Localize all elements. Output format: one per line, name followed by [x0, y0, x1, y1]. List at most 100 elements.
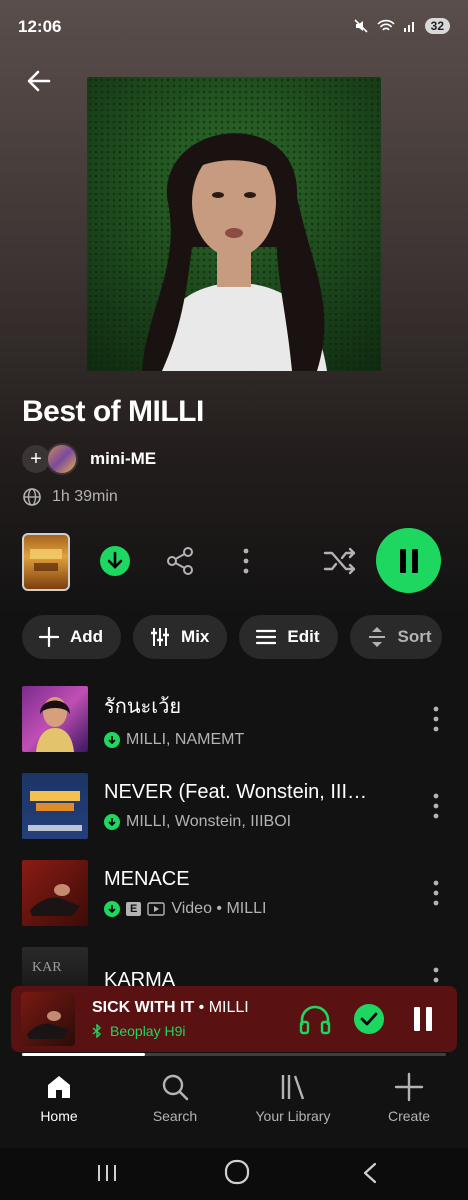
recents-icon — [98, 1165, 116, 1181]
track-art — [22, 860, 88, 926]
device-name: Beoplay H9i — [110, 1023, 186, 1039]
track-title: NEVER (Feat. Wonstein, IIIBOI) — [104, 781, 372, 803]
shuffle-icon — [323, 547, 356, 575]
owner-row: + mini-ME — [22, 443, 156, 475]
now-playing-title: SICK WITH IT — [92, 999, 195, 1016]
signal-icon — [403, 22, 414, 32]
owner-name[interactable]: mini-ME — [90, 449, 156, 469]
edit-chip[interactable]: Edit — [239, 615, 338, 659]
chevron-left-icon — [363, 1162, 377, 1184]
downloaded-icon — [104, 901, 120, 917]
action-chips: Add Mix Edit Sort — [22, 615, 442, 659]
track-more-button[interactable] — [426, 786, 446, 826]
nav-label: Home — [40, 1108, 78, 1124]
track-subtitle: Video • MILLI — [171, 900, 267, 917]
duration-row: 1h 39min — [22, 487, 118, 507]
track-subtitle: MILLI, NAMEMT — [126, 730, 245, 748]
chip-label: Sort — [397, 627, 432, 646]
svg-text:KAR: KAR — [32, 960, 62, 975]
back-button[interactable] — [22, 64, 56, 98]
connect-device-button[interactable] — [295, 999, 335, 1039]
nav-create[interactable]: Create — [354, 1072, 464, 1124]
connected-device[interactable]: Beoplay H9i — [92, 1023, 295, 1039]
track-title: MENACE — [104, 868, 190, 890]
track-more-button[interactable] — [426, 699, 446, 739]
add-chip[interactable]: Add — [22, 615, 122, 659]
now-playing-artist: MILLI — [208, 999, 249, 1016]
search-icon — [162, 1074, 189, 1101]
preview-thumbnail[interactable] — [22, 533, 70, 591]
track-row[interactable]: NEVER (Feat. Wonstein, IIIBOI) MILLI, Wo… — [22, 773, 446, 839]
home-system-button[interactable] — [222, 1156, 252, 1188]
chip-label: Add — [70, 627, 104, 646]
plus-icon: + — [30, 447, 42, 470]
nav-home[interactable]: Home — [4, 1072, 114, 1124]
now-playing-bar[interactable]: SICK WITH IT • MILLI Beoplay H9i — [11, 986, 457, 1052]
nav-label: Create — [387, 1108, 431, 1124]
downloaded-icon — [104, 731, 120, 748]
playlist-title: Best of MILLI — [22, 395, 204, 428]
now-playing-art — [21, 992, 75, 1046]
nav-library[interactable]: Your Library — [238, 1072, 348, 1124]
battery-badge: 32 — [424, 18, 450, 34]
bottom-navigation: Home Search Your Library Create — [0, 1058, 468, 1148]
download-icon — [100, 546, 130, 576]
sliders-icon — [151, 628, 170, 646]
cover-portrait — [87, 77, 381, 371]
nav-label: Your Library — [255, 1108, 331, 1124]
mix-chip[interactable]: Mix — [133, 615, 228, 659]
lines-icon — [256, 629, 277, 645]
pause-button[interactable] — [376, 528, 441, 593]
wifi-icon — [377, 19, 395, 31]
check-circle-icon — [354, 1004, 384, 1034]
status-icons: 32 — [353, 18, 450, 34]
pause-icon — [399, 548, 418, 573]
nav-label: Search — [152, 1108, 198, 1124]
playlist-cover — [87, 77, 381, 371]
playlist-duration: 1h 39min — [52, 488, 118, 505]
shuffle-button[interactable] — [322, 544, 358, 578]
track-art — [22, 773, 88, 839]
more-vertical-icon — [433, 793, 439, 819]
avatar[interactable] — [46, 443, 78, 475]
sort-chip[interactable]: Sort — [349, 615, 442, 659]
track-subtitle: MILLI, Wonstein, IIIBOI — [126, 813, 292, 830]
more-vertical-icon — [433, 880, 439, 906]
circle-home-icon — [224, 1159, 250, 1185]
download-button[interactable] — [99, 545, 131, 577]
library-icon — [281, 1075, 305, 1100]
preview-art — [30, 549, 62, 571]
plus-icon — [394, 1072, 424, 1102]
video-icon — [147, 902, 166, 916]
saved-check-button[interactable] — [349, 999, 389, 1039]
status-time: 12:06 — [18, 17, 62, 36]
system-navigation-bar — [0, 1148, 468, 1200]
track-row[interactable]: MENACE E Video • MILLI — [22, 860, 446, 926]
now-playing-separator: • — [194, 999, 209, 1016]
playback-progress-fill — [22, 1053, 145, 1056]
nav-search[interactable]: Search — [120, 1072, 230, 1124]
more-vertical-icon — [433, 706, 439, 732]
share-icon — [167, 547, 193, 575]
arrow-left-icon — [27, 70, 51, 92]
more-options-button[interactable] — [236, 544, 256, 578]
share-button[interactable] — [163, 544, 197, 578]
downloaded-icon — [104, 814, 120, 830]
pause-icon — [414, 1007, 432, 1031]
recent-apps-button[interactable] — [92, 1158, 122, 1188]
mini-pause-button[interactable] — [403, 999, 443, 1039]
explicit-badge: E — [126, 902, 142, 916]
playback-progress[interactable] — [22, 1053, 446, 1056]
headphones-icon — [299, 1005, 331, 1035]
plus-icon — [38, 626, 60, 648]
chip-label: Edit — [287, 627, 320, 646]
track-title: รักนะเว้ย — [104, 695, 182, 718]
track-row[interactable]: รักนะเว้ย MILLI, NAMEMT — [22, 686, 446, 752]
more-vertical-icon — [243, 548, 249, 574]
home-icon — [48, 1076, 70, 1098]
now-playing-title-line: SICK WITH IT • MILLI — [92, 999, 295, 1017]
sort-icon — [368, 627, 385, 647]
track-more-button[interactable] — [426, 873, 446, 913]
mute-icon — [354, 19, 368, 33]
back-system-button[interactable] — [355, 1158, 385, 1188]
